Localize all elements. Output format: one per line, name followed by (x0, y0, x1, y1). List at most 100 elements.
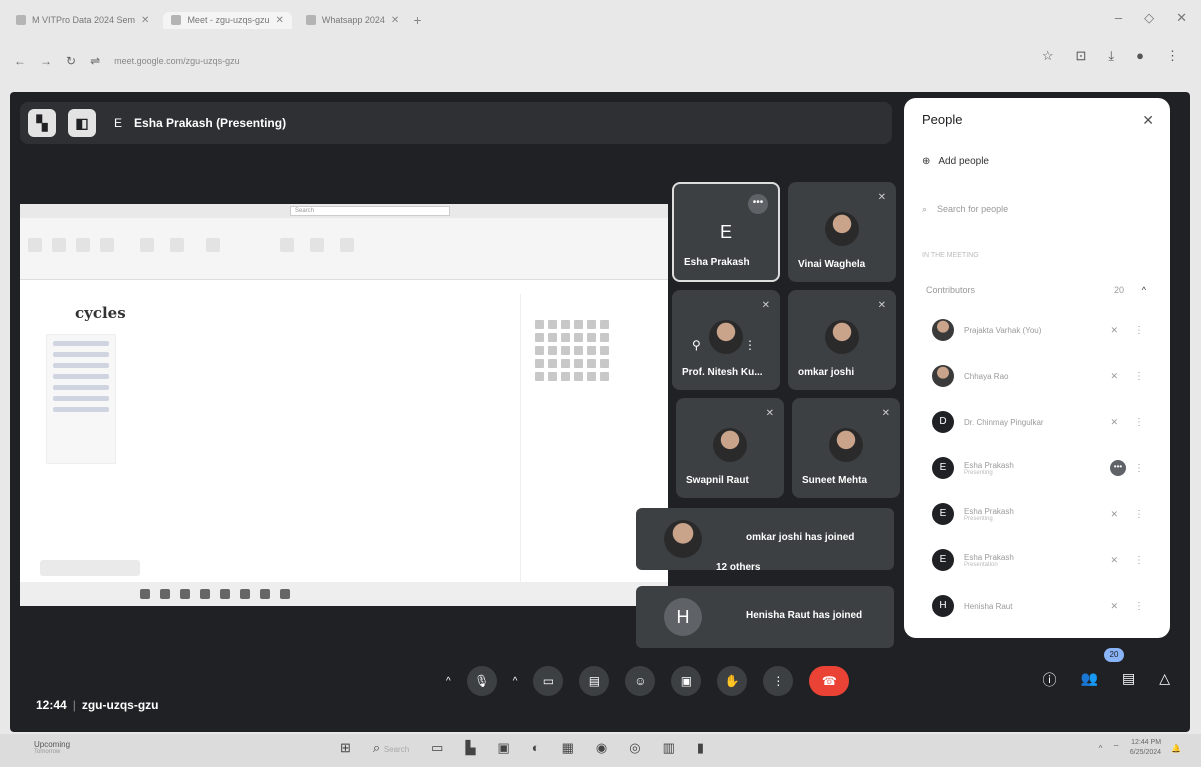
camera-button[interactable]: ▭ (533, 666, 564, 696)
participant-row[interactable]: E Esha Prakash Presentation ✕ ⋮ (916, 540, 1158, 580)
participant-row[interactable]: E Esha Prakash Presenting ✕ ⋮ (916, 494, 1158, 534)
clock[interactable]: 12:44 PM 6/25/2024 (1130, 738, 1161, 758)
participant-avatar: E (932, 549, 954, 571)
tab-whatsapp[interactable]: Whatsapp 2024 ✕ (298, 12, 407, 29)
profile-icon[interactable]: ● (1136, 48, 1144, 64)
more-options-icon[interactable]: ⋮ (1134, 555, 1144, 566)
app-icon[interactable]: ▦ (562, 740, 574, 756)
more-options-icon[interactable]: ⋮ (1134, 417, 1144, 428)
close-icon[interactable]: ✕ (141, 15, 149, 26)
close-icon[interactable]: ✕ (275, 15, 283, 26)
chrome-icon[interactable]: ◎ (629, 740, 640, 756)
participant-avatar: H (932, 595, 954, 617)
participant-row-name: Esha Prakash Presenting (964, 461, 1084, 476)
more-options-icon[interactable]: ⋮ (1134, 325, 1144, 336)
more-options-icon[interactable]: ••• (748, 194, 768, 214)
activities-icon[interactable]: △ (1159, 670, 1170, 690)
emoji-button[interactable]: ☺ (625, 666, 656, 696)
app-icon[interactable]: ◐ (532, 740, 540, 756)
more-options-icon[interactable]: ⋮ (1134, 371, 1144, 382)
toast-others: 12 others (716, 562, 761, 573)
app-icon[interactable]: ▙ (465, 740, 475, 756)
start-icon[interactable]: ⊞ (340, 740, 351, 756)
close-icon[interactable]: ✕ (391, 15, 399, 26)
forward-icon[interactable]: → (40, 54, 52, 68)
weather-widget[interactable]: Upcoming Tomorrow (34, 740, 70, 755)
present-button[interactable]: ▣ (671, 666, 702, 696)
bookmark-star-icon[interactable]: ☆ (1042, 48, 1054, 64)
participant-row[interactable]: E Esha Prakash Presenting ••• ⋮ (916, 448, 1158, 488)
contributors-group[interactable]: Contributors 20 ^ (916, 274, 1158, 306)
people-search[interactable]: ⌕ Search for people (922, 204, 1008, 215)
people-icon[interactable]: 👥 (1081, 670, 1098, 690)
participant-tile[interactable]: ✕ omkar joshi (788, 290, 896, 390)
more-options-icon[interactable]: ⋮ (1134, 463, 1144, 474)
participant-tile[interactable]: ✕ ⚲ ⋮ Prof. Nitesh Ku... (672, 290, 780, 390)
meeting-code: zgu-uzqs-gzu (81, 698, 159, 712)
pin-presentation-icon[interactable]: ◧ (68, 109, 96, 137)
add-people-button[interactable]: ⊕ Add people (922, 156, 989, 167)
participant-tile[interactable]: ✕ Vinai Waghela (788, 182, 896, 282)
download-icon[interactable]: ⤓ (1108, 48, 1114, 64)
participant-row-name: Esha Prakash Presenting (964, 507, 1084, 522)
restore-button[interactable]: ◇ (1144, 10, 1154, 26)
people-title: People (922, 112, 963, 127)
minimize-button[interactable]: – (1115, 10, 1122, 26)
shared-taskbar-icon (240, 589, 250, 599)
os-taskbar: Upcoming Tomorrow ⊞ ⌕ Search ▭ ▙ ▣ ◐ ▦ ◉… (0, 734, 1201, 767)
extensions-icon[interactable]: ⊡ (1075, 48, 1086, 64)
tray-chevron-icon[interactable]: ^ (1099, 744, 1103, 753)
participant-name: Vinai Waghela (798, 259, 866, 270)
row-name: Prajakta Varhak (You) (964, 325, 1042, 335)
network-icon[interactable]: ⌔ (1112, 743, 1120, 753)
mic-button[interactable]: 🎙 (466, 666, 497, 696)
ribbon-icon (52, 238, 66, 252)
participant-row[interactable]: Prajakta Varhak (You) ✕ ⋮ (916, 310, 1158, 350)
participant-row[interactable]: Chhaya Rao ✕ ⋮ (916, 356, 1158, 396)
new-tab-button[interactable]: + (413, 12, 421, 28)
more-options-icon[interactable]: ••• (1110, 460, 1126, 476)
notification-icon[interactable]: 🔔 (1171, 744, 1181, 753)
info-icon[interactable]: ⓘ (1043, 670, 1057, 690)
search-icon[interactable]: ⌕ Search (373, 740, 409, 756)
mic-off-icon: ✕ (1110, 324, 1118, 335)
app-icon[interactable]: ▣ (497, 740, 509, 756)
participant-name: Suneet Mehta (802, 475, 868, 486)
mic-off-icon: ✕ (1110, 600, 1118, 611)
close-icon[interactable]: ✕ (1142, 112, 1154, 129)
participant-tile[interactable]: ✕ Swapnil Raut (676, 398, 784, 498)
tab-meet[interactable]: Meet - zgu-uzqs-gzu ✕ (163, 11, 292, 29)
menu-icon[interactable]: ⋮ (1166, 48, 1179, 64)
more-options-icon[interactable]: ⋮ (1134, 601, 1144, 612)
participant-tile[interactable]: ✕ Suneet Mehta (792, 398, 900, 498)
chevron-up-icon[interactable]: ^ (446, 676, 451, 687)
leave-call-button[interactable]: ☎ (809, 666, 850, 696)
close-window-button[interactable]: ✕ (1176, 10, 1187, 26)
back-icon[interactable]: ← (14, 54, 26, 68)
task-view-icon[interactable]: ▭ (431, 740, 443, 756)
shared-taskbar-icon (200, 589, 210, 599)
participant-tile[interactable]: ••• E Esha Prakash (672, 182, 780, 282)
more-options-button[interactable]: ⋮ (763, 666, 794, 696)
pin-icon[interactable]: ⚲ (692, 338, 701, 352)
raise-hand-button[interactable]: ✋ (717, 666, 748, 696)
participant-row[interactable]: D Dr. Chinmay Pingulkar ✕ ⋮ (916, 402, 1158, 442)
more-options-icon[interactable]: ⋮ (744, 338, 756, 352)
chat-icon[interactable]: ▤ (1122, 670, 1135, 690)
participant-avatar (709, 320, 743, 354)
captions-button[interactable]: ▤ (579, 666, 610, 696)
chevron-up-icon[interactable]: ^ (1142, 285, 1146, 295)
more-options-icon[interactable]: ⋮ (1134, 509, 1144, 520)
app-icon[interactable]: ▥ (663, 740, 675, 756)
reload-icon[interactable]: ↻ (66, 54, 76, 68)
app-icon[interactable]: ▮ (697, 740, 704, 756)
tab-vitpro[interactable]: M VITPro Data 2024 Sem ✕ (8, 12, 157, 29)
url-text[interactable]: meet.google.com/zgu-uzqs-gzu (114, 56, 240, 66)
participant-avatar (932, 319, 954, 341)
layout-icon[interactable]: ▚ (28, 109, 56, 137)
row-sub: Presenting (964, 515, 993, 522)
app-icon[interactable]: ◉ (596, 740, 607, 756)
chevron-up-icon[interactable]: ^ (513, 676, 518, 687)
participant-row[interactable]: H Henisha Raut ✕ ⋮ (916, 586, 1158, 626)
site-info-icon[interactable]: ⇌ (90, 54, 100, 68)
